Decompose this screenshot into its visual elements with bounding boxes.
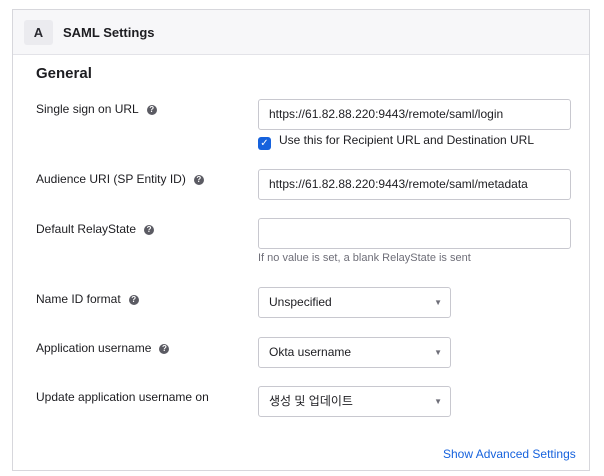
relay-state-label: Default RelayState? (36, 222, 155, 236)
relay-state-input[interactable] (258, 218, 571, 249)
panel-header: A SAML Settings (13, 10, 589, 55)
sso-url-label: Single sign on URL? (36, 102, 157, 116)
app-username-select[interactable]: Okta username ▼ (258, 337, 451, 368)
name-id-format-label: Name ID format? (36, 292, 139, 306)
help-icon[interactable]: ? (159, 344, 170, 354)
update-username-value: 생성 및 업데이트 (269, 394, 353, 408)
caret-down-icon: ▼ (434, 397, 442, 406)
recipient-checkbox-row[interactable]: ✓ Use this for Recipient URL and Destinat… (258, 133, 534, 150)
update-username-label: Update application username on (36, 390, 209, 404)
saml-settings-panel: A SAML Settings General Single sign on U… (12, 9, 590, 471)
app-username-label: Application username? (36, 341, 170, 355)
show-advanced-settings-link[interactable]: Show Advanced Settings (443, 447, 576, 461)
caret-down-icon: ▼ (434, 298, 442, 307)
relay-state-label-text: Default RelayState (36, 222, 137, 236)
checkmark-icon[interactable]: ✓ (258, 137, 271, 150)
step-letter-badge: A (24, 20, 53, 45)
update-username-select[interactable]: 생성 및 업데이트 ▼ (258, 386, 451, 417)
audience-uri-label-text: Audience URI (SP Entity ID) (36, 172, 186, 186)
audience-uri-label: Audience URI (SP Entity ID)? (36, 172, 204, 186)
app-username-label-text: Application username (36, 341, 152, 355)
sso-url-label-text: Single sign on URL (36, 102, 139, 116)
help-icon[interactable]: ? (128, 295, 139, 305)
section-title: General (36, 65, 92, 82)
audience-uri-input[interactable]: https://61.82.88.220:9443/remote/saml/me… (258, 169, 571, 200)
name-id-format-value: Unspecified (269, 295, 332, 309)
app-username-value: Okta username (269, 345, 352, 359)
relay-state-hint: If no value is set, a blank RelayState i… (258, 252, 471, 264)
caret-down-icon: ▼ (434, 348, 442, 357)
name-id-format-select[interactable]: Unspecified ▼ (258, 287, 451, 318)
recipient-checkbox-label: Use this for Recipient URL and Destinati… (279, 133, 535, 147)
help-icon[interactable]: ? (146, 105, 157, 115)
help-icon[interactable]: ? (144, 225, 155, 235)
name-id-format-label-text: Name ID format (36, 292, 121, 306)
sso-url-input[interactable]: https://61.82.88.220:9443/remote/saml/lo… (258, 99, 571, 130)
panel-title: SAML Settings (63, 25, 155, 40)
help-icon[interactable]: ? (193, 175, 204, 185)
